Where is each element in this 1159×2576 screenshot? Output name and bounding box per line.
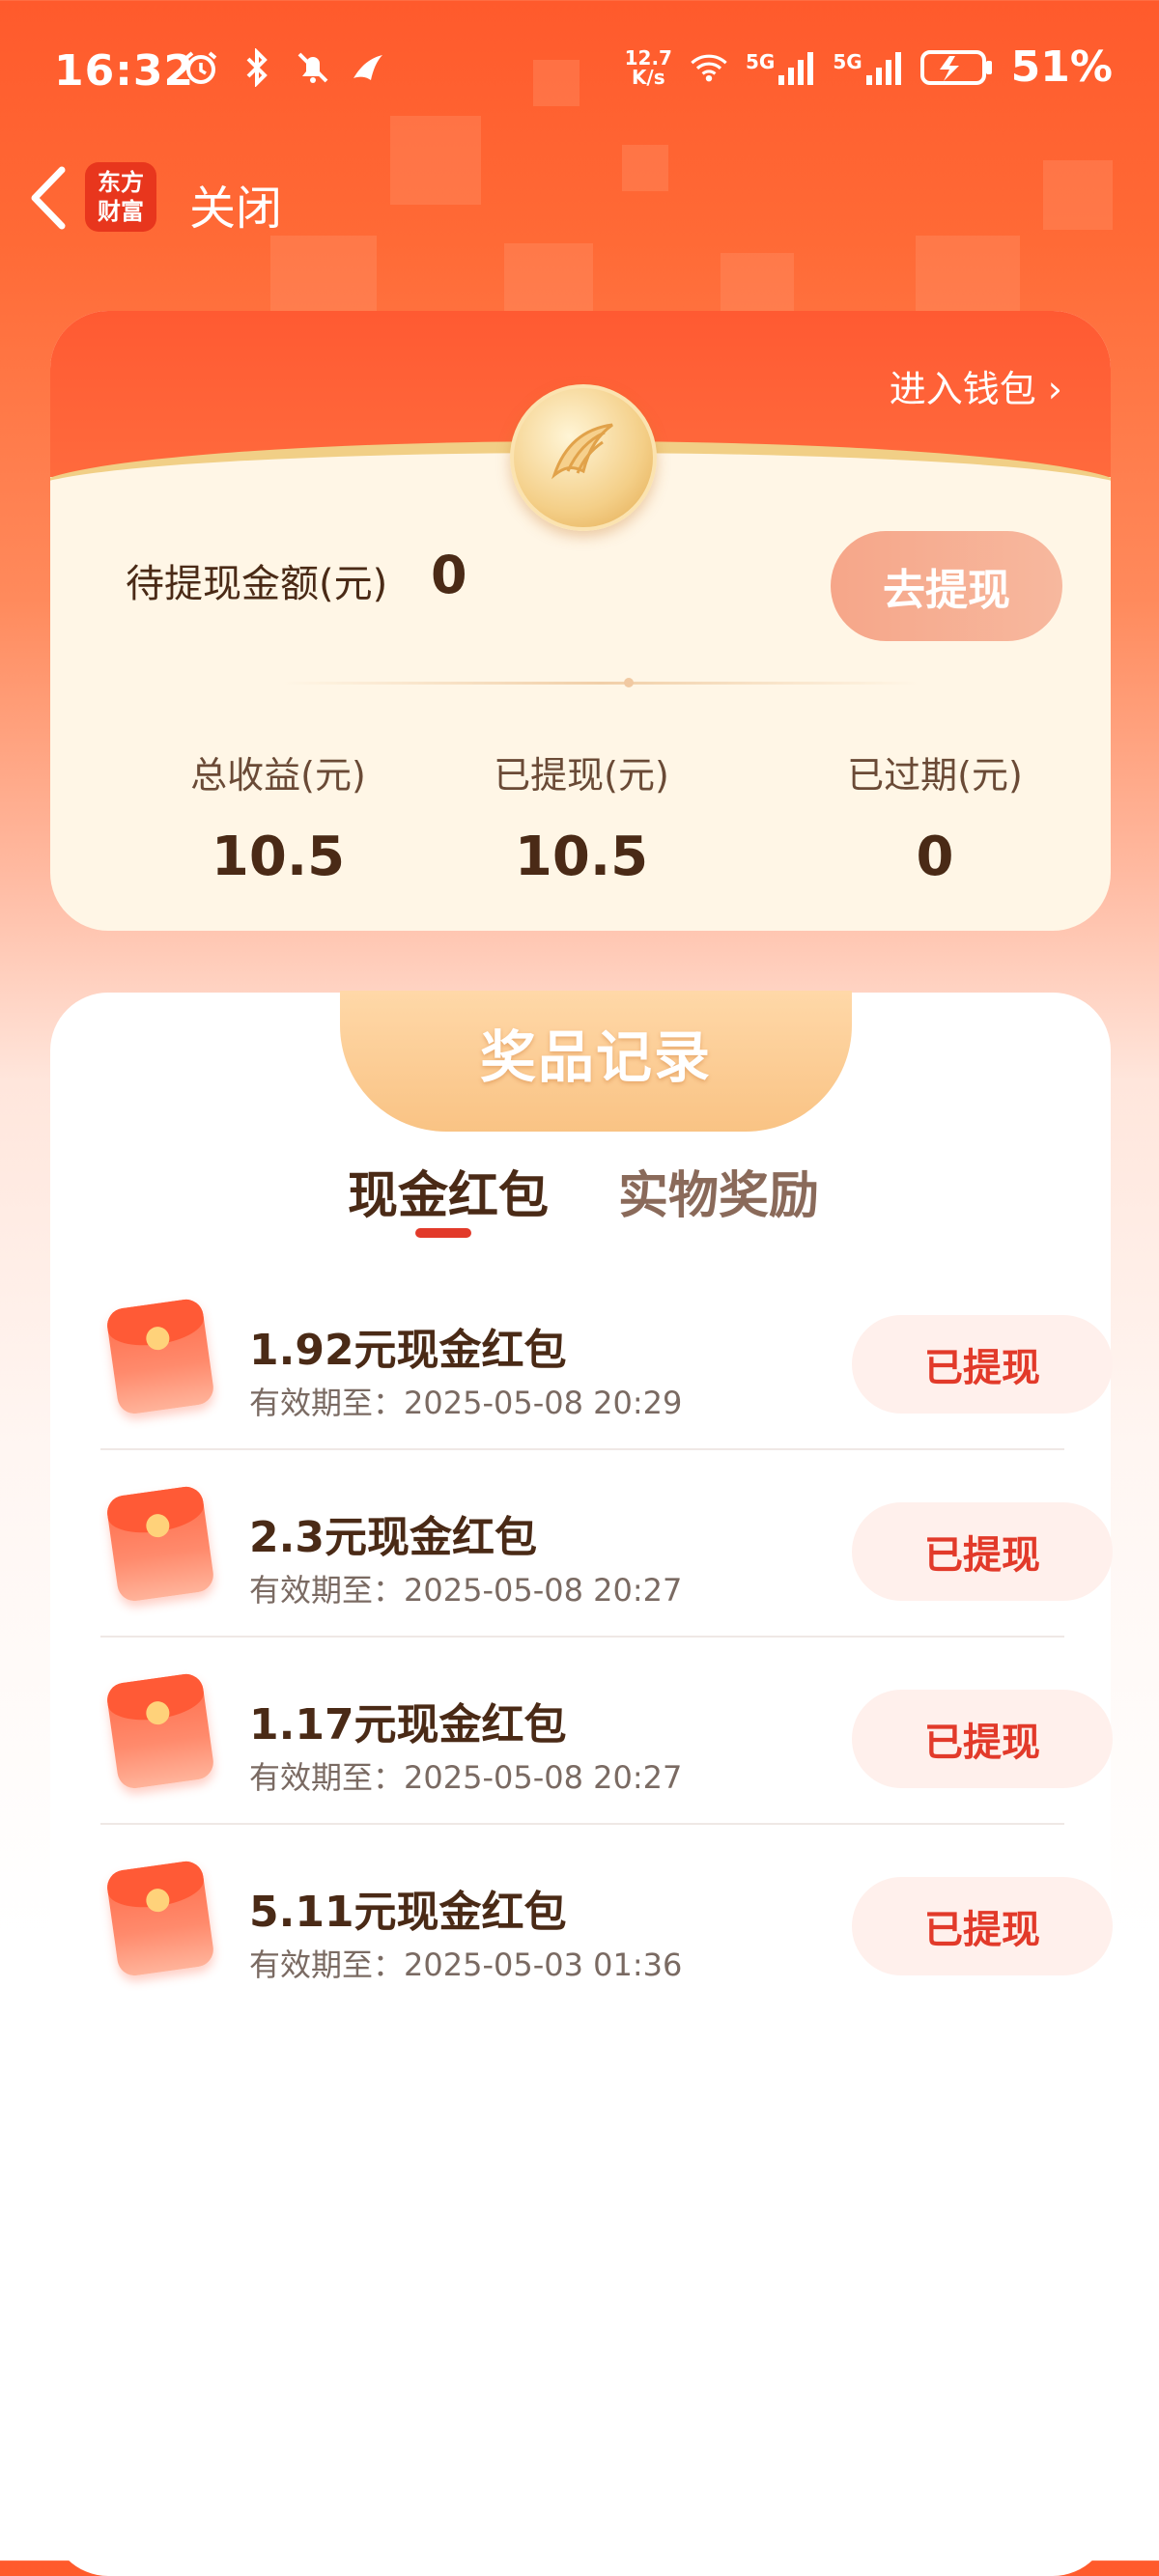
app-logo[interactable]: 东方 财富 [85,162,156,232]
stat-expired: 已过期(元) 0 [771,745,1099,888]
stat-total-earnings: 总收益(元) 10.5 [114,745,442,888]
wallet-card: 进入钱包 › 待提现金额(元) 0 去提现 总收益(元) 10.5 已提现(元)… [50,311,1111,931]
active-tab-indicator [415,1228,471,1238]
status-time: 16:32 [54,46,195,96]
divider-dot [624,678,634,687]
stat-withdrawn: 已提现(元) 10.5 [417,745,746,888]
row-divider [100,1823,1064,1825]
stat-label: 已过期(元) [847,754,1023,797]
enter-wallet-link[interactable]: 进入钱包 › [890,359,1062,412]
network-speed-unit: K/s [631,65,665,89]
item-expiry: 有效期至：2025-05-08 20:29 [249,1385,683,1421]
close-button[interactable]: 关闭 [189,170,282,238]
item-expiry: 有效期至：2025-05-08 20:27 [249,1572,683,1609]
app-logo-line1: 东方 [98,169,144,196]
item-title: 1.17元现金红包 [249,1700,567,1750]
list-item: 5.11元现金红包 有效期至：2025-05-03 01:36 已提现 [100,1836,1113,2024]
signal-label: 5G [833,49,862,73]
item-title: 5.11元现金红包 [249,1888,567,1937]
coin-icon [510,384,657,531]
item-title: 2.3元现金红包 [249,1513,537,1562]
rewards-panel-title: 奖品记录 [479,1024,712,1090]
list-item: 2.3元现金红包 有效期至：2025-05-08 20:27 已提现 [100,1462,1113,1649]
red-envelope-icon [104,1671,216,1791]
app-logo-line2: 财富 [98,198,144,225]
rewards-panel: 奖品记录 现金红包 实物奖励 1.92元现金红包 有效期至：2025-05-08… [50,991,1113,2576]
signal-label: 5G [745,49,776,73]
stat-value: 10.5 [211,826,346,888]
item-expiry: 有效期至：2025-05-08 20:27 [249,1759,683,1796]
bg-decoration [622,145,668,191]
row-divider [100,1636,1064,1638]
withdrawn-status-button[interactable]: 已提现 [852,1315,1113,1414]
stat-label: 总收益(元) [190,754,366,797]
back-arrow-icon[interactable] [27,164,70,232]
stat-label: 已提现(元) [494,754,669,797]
stat-value: 10.5 [514,826,649,888]
bg-decoration [721,253,794,311]
list-item: 1.92元现金红包 有效期至：2025-05-08 20:29 已提现 [100,1274,1113,1462]
row-divider [100,1448,1064,1450]
withdrawn-status-button[interactable]: 已提现 [852,1690,1113,1788]
stat-value: 0 [916,826,954,888]
withdraw-button[interactable]: 去提现 [831,531,1062,641]
item-expiry: 有效期至：2025-05-03 01:36 [249,1946,683,1983]
pending-amount-label: 待提现金额(元) [126,562,388,606]
network-speed-value: 12.7 [624,45,672,70]
enter-wallet-label: 进入钱包 [889,368,1036,410]
rewards-panel-header: 奖品记录 [340,991,852,1132]
bg-decoration [504,243,593,311]
bg-decoration [916,236,1020,311]
status-icons-right: 12.7 K/s 5G 5G 51% [625,42,1113,92]
red-envelope-icon [104,1484,216,1604]
signal-icon: 5G [746,50,815,85]
red-envelope-icon [104,1297,216,1416]
signal-icon: 5G [833,50,902,85]
bg-decoration [270,236,377,313]
app-notification-icon [350,48,388,87]
battery-icon [919,48,994,87]
status-icons-left [182,48,388,87]
tab-physical-reward[interactable]: 实物奖励 [618,1155,819,1227]
divider [282,682,919,685]
network-speed: 12.7 K/s [625,48,672,87]
red-envelope-icon [104,1859,216,1978]
alarm-icon [182,48,220,87]
mute-icon [294,48,332,87]
withdrawn-status-button[interactable]: 已提现 [852,1502,1113,1601]
wifi-icon [690,48,728,87]
status-bar: 16:32 12.7 K/s 5G 5G 51% [0,0,1159,145]
withdrawn-status-button[interactable]: 已提现 [852,1877,1113,1975]
item-title: 1.92元现金红包 [249,1326,567,1375]
battery-percentage: 51% [1010,42,1113,92]
bluetooth-icon [238,48,276,87]
bg-decoration [1043,160,1113,230]
pending-amount-value: 0 [431,545,467,605]
chevron-right-icon: › [1047,368,1062,410]
tab-cash-red-packet[interactable]: 现金红包 [348,1155,549,1227]
list-item: 1.17元现金红包 有效期至：2025-05-08 20:27 已提现 [100,1649,1113,1836]
